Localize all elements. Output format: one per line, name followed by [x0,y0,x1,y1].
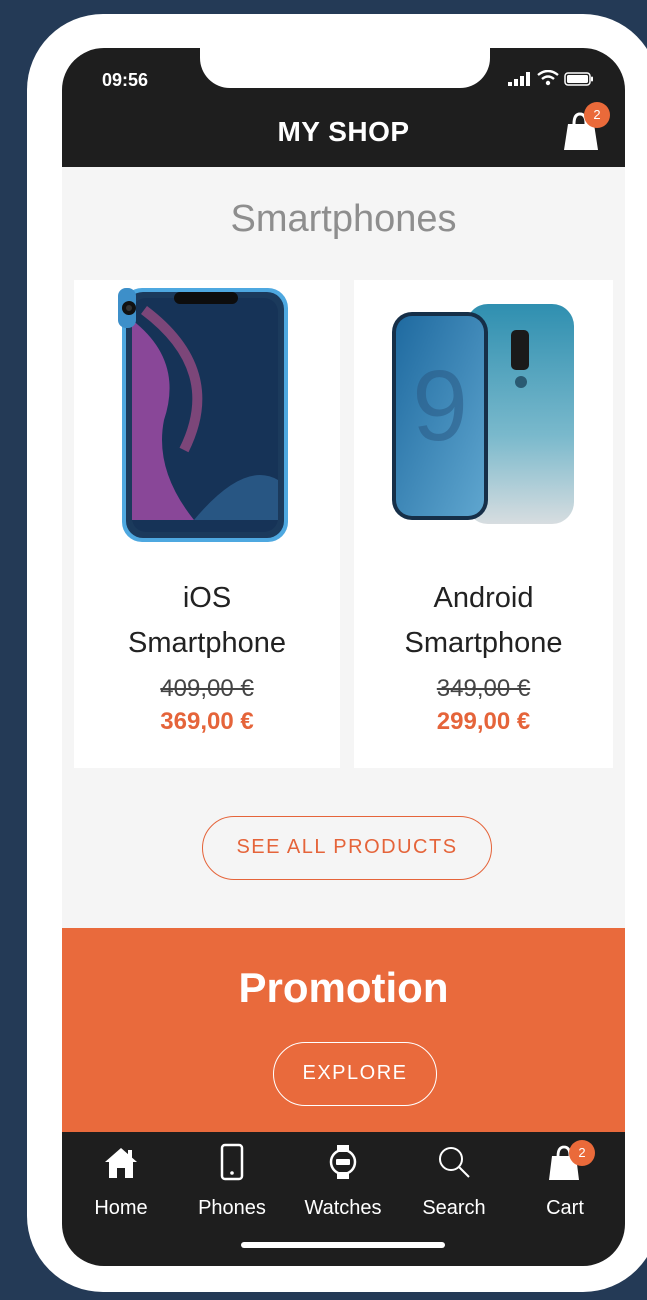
battery-icon [564,72,593,86]
product-new-price: 299,00 € [436,708,531,735]
svg-text:9: 9 [412,350,468,462]
app-screen: 09:56 MY SHOP 2 Smartphones iOS Smartpho… [62,48,625,1266]
tab-label: Phones [198,1197,266,1219]
tab-cart[interactable]: 2 Cart [509,1132,621,1232]
product-card-ios[interactable]: iOS Smartphone 409,00 € 369,00 € [74,280,340,768]
signal-icon [508,72,530,86]
tab-label: Search [422,1197,486,1219]
tab-label: Home [94,1197,148,1219]
product-old-price: 349,00 € [436,675,531,702]
wifi-icon [537,70,559,86]
tab-label: Watches [304,1197,382,1219]
product-card-android[interactable]: 9 Android Smartphone 349,00 € 299,00 € [354,280,613,768]
product-image-ios [74,280,340,560]
cart-count-badge: 2 [584,102,610,128]
search-icon [439,1147,470,1178]
promotion-title: Promotion [238,964,449,1011]
home-indicator[interactable] [241,1242,445,1248]
device-notch [200,48,490,88]
tab-label: Cart [546,1197,584,1219]
see-all-products-button[interactable]: SEE ALL PRODUCTS [202,816,492,880]
tab-phones[interactable]: Phones [176,1132,288,1232]
cart-tab-badge: 2 [569,1140,595,1166]
header-cart-button[interactable]: 2 [562,102,610,152]
product-image-android: 9 [354,280,613,560]
explore-button[interactable]: EXPLORE [273,1042,437,1106]
status-icons [508,70,594,86]
home-icon [105,1148,137,1178]
status-time: 09:56 [102,70,149,90]
tab-home[interactable]: Home [65,1132,177,1232]
section-title: Smartphones [230,198,457,240]
product-name-ios: iOS Smartphone [128,582,286,659]
tab-watches[interactable]: Watches [287,1132,399,1232]
tab-search[interactable]: Search [398,1132,510,1232]
product-new-price: 369,00 € [160,708,254,735]
phone-icon [220,1143,244,1181]
product-name-android: Android Smartphone [404,582,563,659]
product-old-price: 409,00 € [160,675,254,702]
watch-icon [329,1145,357,1179]
promotion-banner: Promotion EXPLORE [62,928,625,1132]
shop-title: MY SHOP [277,116,410,147]
